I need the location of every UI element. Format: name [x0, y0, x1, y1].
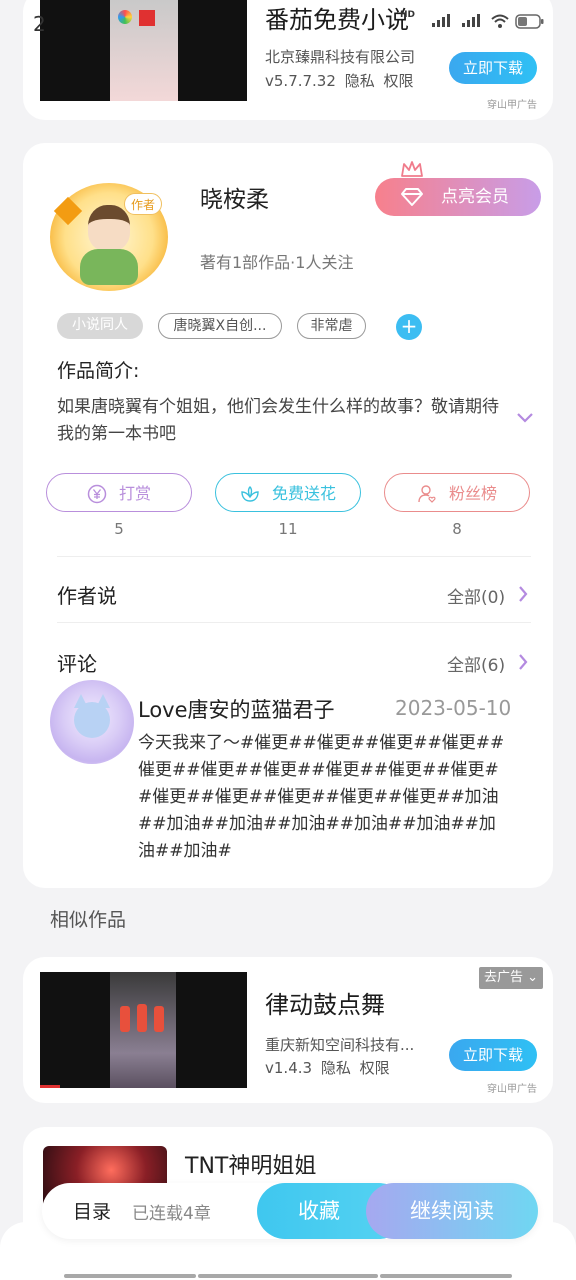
- ad-title: 番茄免费小说: [265, 6, 409, 34]
- vip-button[interactable]: 点亮会员: [375, 178, 541, 216]
- remove-ad-button[interactable]: 去广告 ⌄: [479, 967, 543, 989]
- tag-category[interactable]: 小说同人: [57, 313, 143, 339]
- author-says-title: 作者说: [57, 584, 117, 608]
- commenter-name[interactable]: Love唐安的蓝猫君子: [138, 694, 335, 724]
- chapter-count: 已连载4章: [132, 1204, 211, 1224]
- comments-all-link[interactable]: 全部(6): [447, 651, 505, 676]
- reading-action-bar: 目录 已连载4章 收藏 继续阅读: [42, 1183, 538, 1239]
- ad-company: 重庆新知空间科技有...: [265, 1036, 415, 1054]
- ad-title: 律动鼓点舞: [265, 991, 385, 1019]
- commenter-avatar[interactable]: [50, 680, 134, 764]
- author-says-all-link[interactable]: 全部(0): [447, 583, 505, 608]
- flower-button[interactable]: 免费送花: [215, 473, 361, 512]
- chevron-right-icon[interactable]: [518, 585, 528, 603]
- home-indicator: [380, 1274, 512, 1278]
- tag-mood[interactable]: 非常虐: [297, 313, 366, 339]
- flower-count: 11: [278, 520, 298, 538]
- fan-count: 8: [452, 520, 462, 538]
- avatar-face: [88, 205, 130, 251]
- ad-company: 北京臻鼎科技有限公司: [265, 48, 416, 66]
- ad-thumbnail[interactable]: [40, 0, 247, 101]
- ad-download-button[interactable]: 立即下载: [449, 52, 537, 84]
- toc-button[interactable]: 目录: [73, 1197, 111, 1224]
- comment-date: 2023-05-10: [395, 696, 512, 720]
- fan-ranking-label: 粉丝榜: [448, 484, 497, 503]
- crown-icon: [401, 161, 423, 177]
- intro-title: 作品简介:: [57, 360, 140, 382]
- tag-pairing[interactable]: 唐晓翼X自创...: [158, 313, 282, 339]
- ad-privacy-link[interactable]: 隐私: [345, 72, 375, 90]
- reward-count: 5: [114, 520, 124, 538]
- ad-permissions-link[interactable]: 权限: [360, 1059, 390, 1077]
- ad-meta: v1.4.3 隐私 权限: [265, 1057, 390, 1078]
- comment-text: 今天我来了～#催更##催更##催更##催更##催更##催更##催更##催更##催…: [138, 733, 505, 861]
- author-name: 晓桉柔: [200, 187, 269, 213]
- flower-icon: [241, 485, 259, 502]
- avatar-author-tag: 作者: [124, 193, 162, 215]
- book-title[interactable]: TNT神明姐姐: [185, 1148, 316, 1180]
- divider: [57, 556, 531, 557]
- comments-title: 评论: [57, 652, 97, 676]
- ad-version: v5.7.7.32: [265, 72, 336, 90]
- reward-label: 打赏: [118, 484, 151, 503]
- chevron-down-icon[interactable]: [516, 412, 534, 424]
- ad-source: 穿山甲广告: [487, 1084, 537, 1095]
- home-indicator: [64, 1274, 196, 1278]
- ad-privacy-link[interactable]: 隐私: [321, 1059, 351, 1077]
- ad-download-button[interactable]: 立即下载: [449, 1039, 537, 1071]
- ad-version: v1.4.3: [265, 1059, 313, 1077]
- author-avatar[interactable]: 作者: [50, 183, 168, 291]
- chevron-right-icon[interactable]: [518, 653, 528, 671]
- ad-permissions-link[interactable]: 权限: [383, 72, 413, 90]
- avatar-body: [80, 249, 138, 285]
- ad-meta: v5.7.7.32 隐私 权限: [265, 70, 414, 91]
- fan-user-icon: [418, 484, 436, 503]
- fan-ranking-button[interactable]: 粉丝榜: [384, 473, 530, 512]
- similar-works-title: 相似作品: [50, 909, 127, 931]
- yen-coin-icon: [87, 484, 107, 503]
- avatar-cat: [74, 702, 110, 738]
- diamond-icon: [401, 188, 423, 206]
- ad-source: 穿山甲广告: [487, 100, 537, 111]
- intro-text: 如果唐晓翼有个姐姐，他们会发生什么样的故事？敬请期待我的第一本书吧: [57, 397, 499, 444]
- author-stats: 著有1部作品·1人关注: [200, 253, 354, 272]
- flower-label: 免费送花: [271, 484, 336, 503]
- continue-reading-button[interactable]: 继续阅读: [366, 1183, 538, 1239]
- reward-button[interactable]: 打赏: [46, 473, 192, 512]
- remove-ad-label: 去广告: [483, 970, 523, 985]
- vip-button-label: 点亮会员: [441, 187, 509, 207]
- ad-video-thumbnail[interactable]: [40, 972, 247, 1088]
- home-indicator: [198, 1274, 378, 1278]
- add-tag-button[interactable]: +: [396, 314, 422, 340]
- divider: [57, 622, 531, 623]
